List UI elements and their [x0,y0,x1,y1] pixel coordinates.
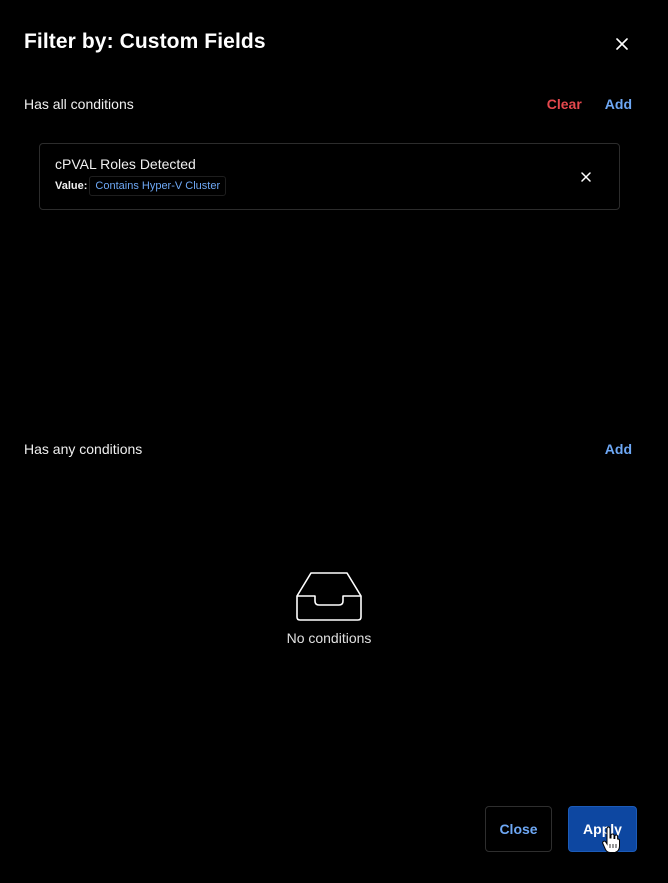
empty-state: No conditions [229,570,429,646]
all-conditions-actions: Clear Add [547,96,632,112]
close-button[interactable]: Close [485,806,552,852]
condition-name: cPVAL Roles Detected [55,156,196,172]
all-conditions-title: Has all conditions [24,96,134,112]
apply-button[interactable]: Apply [568,806,637,852]
any-conditions-actions: Add [605,441,632,457]
add-any-condition-button[interactable]: Add [605,441,632,457]
clear-all-conditions-button[interactable]: Clear [547,96,582,112]
remove-condition-icon[interactable] [578,169,594,185]
any-conditions-title: Has any conditions [24,441,143,457]
condition-card: cPVAL Roles Detected Value: Contains Hyp… [39,143,620,210]
modal-title: Filter by: Custom Fields [24,30,266,53]
all-conditions-header: Has all conditions Clear Add [24,94,632,114]
condition-value-row: Value: Contains Hyper-V Cluster [55,176,227,196]
condition-value-chip: Contains Hyper-V Cluster [89,176,227,196]
inbox-tray-icon [296,572,362,621]
condition-value-label: Value: [55,180,88,192]
add-all-condition-button[interactable]: Add [605,96,632,112]
close-icon[interactable] [612,34,632,54]
empty-state-text: No conditions [286,630,372,646]
any-conditions-header: Has any conditions Add [24,439,632,459]
